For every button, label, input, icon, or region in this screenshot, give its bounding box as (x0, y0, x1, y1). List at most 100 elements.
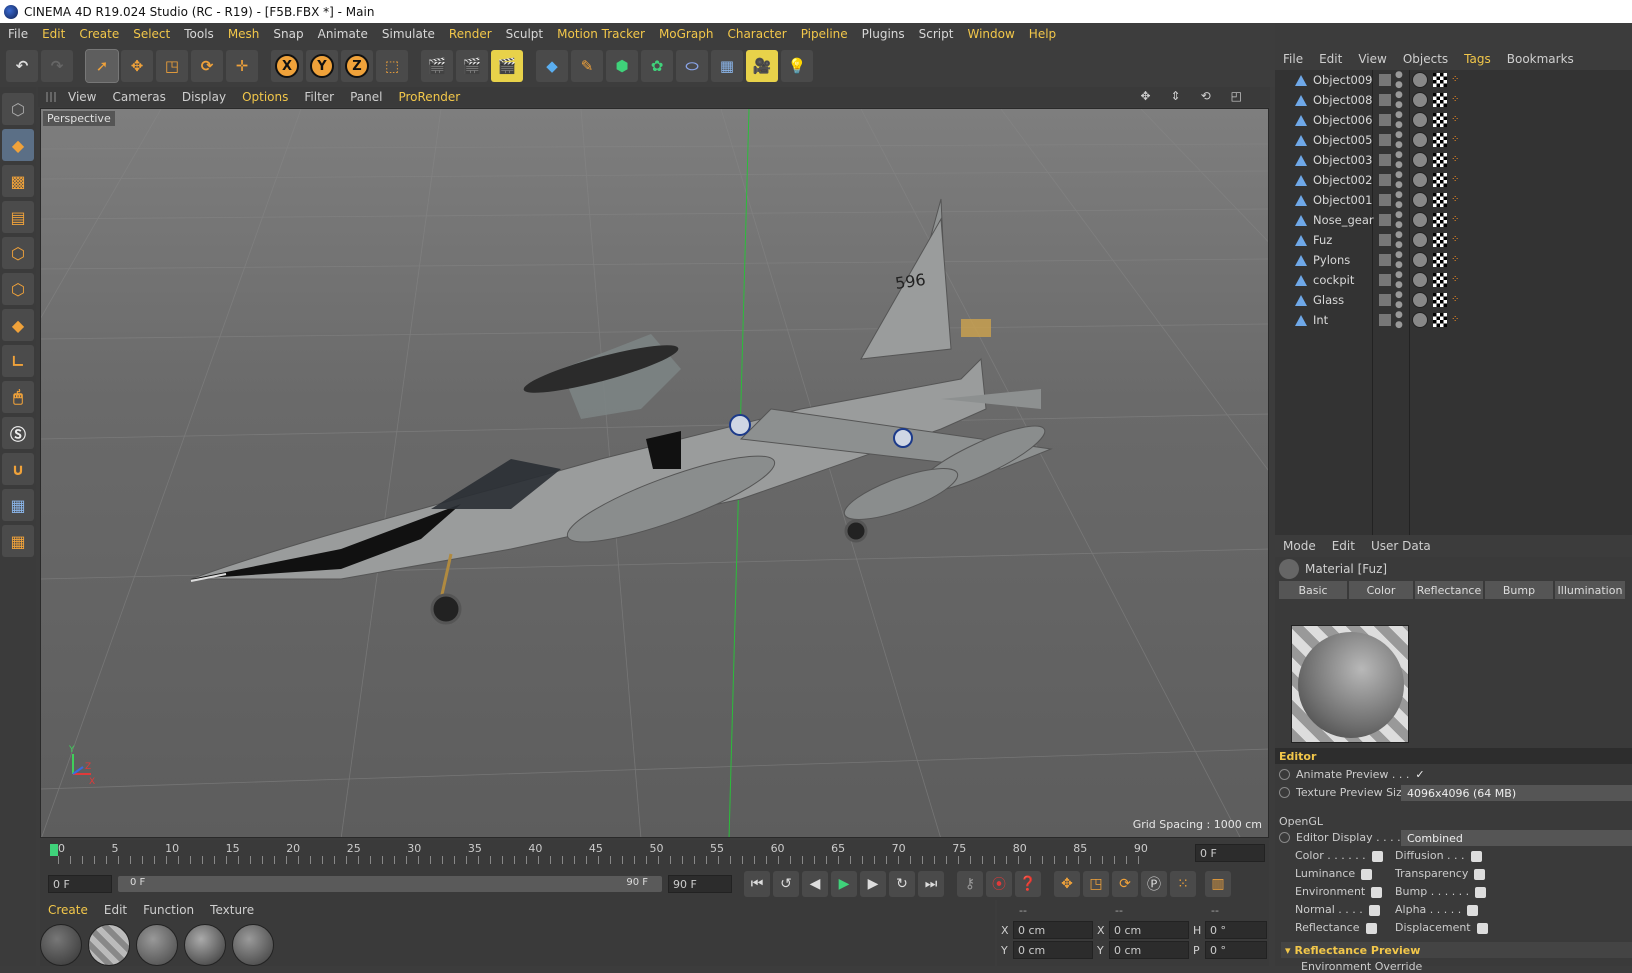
eye-toggle-icon[interactable] (1475, 886, 1487, 898)
next-key-button[interactable]: ↻ (889, 871, 915, 897)
object-row[interactable]: Object002 ● ● ⁘ (1275, 170, 1632, 190)
layer-toggle-icon[interactable] (1379, 214, 1391, 226)
texture-tag-icon[interactable] (1433, 213, 1447, 227)
add-deformer-button[interactable]: ⬭ (676, 50, 708, 82)
menu-character[interactable]: Character (727, 27, 786, 41)
object-menu-edit[interactable]: Edit (1319, 52, 1342, 66)
object-row[interactable]: Pylons ● ● ⁘ (1275, 250, 1632, 270)
uvw-tag-icon[interactable]: ⁘ (1451, 294, 1463, 306)
uvw-tag-icon[interactable]: ⁘ (1451, 174, 1463, 186)
layer-toggle-icon[interactable] (1379, 314, 1391, 326)
record-keys-button[interactable]: ⚷ (957, 871, 983, 897)
uvw-tag-icon[interactable]: ⁘ (1451, 274, 1463, 286)
visibility-dots-icon[interactable]: ● ● (1395, 190, 1403, 210)
visibility-dots-icon[interactable]: ● ● (1395, 210, 1403, 230)
layer-toggle-icon[interactable] (1379, 74, 1391, 86)
texture-tag-icon[interactable] (1433, 93, 1447, 107)
object-row[interactable]: Object009 ● ● ⁘ (1275, 70, 1632, 90)
object-row[interactable]: Nose_gear ● ● ⁘ (1275, 210, 1632, 230)
object-row[interactable]: cockpit ● ● ⁘ (1275, 270, 1632, 290)
add-light-button[interactable]: 💡 (781, 50, 813, 82)
material-tag-icon[interactable] (1412, 212, 1428, 228)
menu-simulate[interactable]: Simulate (382, 27, 435, 41)
workplane-snap-button[interactable]: ▦ (2, 525, 34, 557)
object-name[interactable]: Object003 (1313, 153, 1372, 167)
eye-toggle-icon[interactable] (1368, 904, 1380, 916)
layer-toggle-icon[interactable] (1379, 274, 1391, 286)
layer-toggle-icon[interactable] (1379, 194, 1391, 206)
add-camera-button[interactable]: 🎥 (746, 50, 778, 82)
render-settings-button[interactable]: 🎬 (491, 50, 523, 82)
material-tag-icon[interactable] (1412, 172, 1428, 188)
texture-tag-icon[interactable] (1433, 73, 1447, 87)
object-row[interactable]: Object003 ● ● ⁘ (1275, 150, 1632, 170)
object-menu-objects[interactable]: Objects (1403, 52, 1448, 66)
playhead-marker[interactable] (50, 844, 58, 856)
layer-toggle-icon[interactable] (1379, 154, 1391, 166)
current-frame-field[interactable]: 0 F (1195, 844, 1265, 862)
add-pen-button[interactable]: ✎ (571, 50, 603, 82)
object-name[interactable]: Nose_gear (1313, 213, 1374, 227)
scale-tool-button[interactable]: ◳ (156, 50, 188, 82)
add-subdivision-button[interactable]: ⬢ (606, 50, 638, 82)
material-preview[interactable] (1291, 625, 1409, 743)
key-parameter-button[interactable]: Ⓟ (1141, 871, 1167, 897)
editor-display-radio[interactable] (1279, 832, 1290, 843)
texture-tag-icon[interactable] (1433, 233, 1447, 247)
material-menu-texture[interactable]: Texture (210, 903, 254, 917)
menu-script[interactable]: Script (919, 27, 954, 41)
workplane-mode-button[interactable]: ▤ (2, 201, 34, 233)
material-tag-icon[interactable] (1412, 72, 1428, 88)
key-rotation-button[interactable]: ⟳ (1112, 871, 1138, 897)
visibility-dots-icon[interactable]: ● ● (1395, 250, 1403, 270)
object-row[interactable]: Int ● ● ⁘ (1275, 310, 1632, 330)
object-menu-tags[interactable]: Tags (1464, 52, 1491, 66)
object-name[interactable]: Int (1313, 313, 1328, 327)
attribute-menu-mode[interactable]: Mode (1283, 539, 1316, 553)
material-tag-icon[interactable] (1412, 152, 1428, 168)
edges-mode-button[interactable]: ⬡ (2, 273, 34, 305)
material-tag-icon[interactable] (1412, 92, 1428, 108)
3d-viewport[interactable]: 596 Y X Z Perspective Grid Spacing : 100… (40, 108, 1269, 838)
visibility-dots-icon[interactable]: ● ● (1395, 170, 1403, 190)
pan-icon[interactable]: ✥ (1140, 89, 1154, 103)
go-to-end-button[interactable]: ⏭ (918, 871, 944, 897)
editor-section-header[interactable]: Editor (1275, 748, 1632, 764)
object-name[interactable]: Object002 (1313, 173, 1372, 187)
reflectance-preview-header[interactable]: ▾ Reflectance Preview (1281, 942, 1632, 958)
axis-mode-button[interactable]: ∟ (2, 345, 34, 377)
viewport-menu-cameras[interactable]: Cameras (112, 90, 165, 104)
material-tag-icon[interactable] (1412, 112, 1428, 128)
material-tag-icon[interactable] (1412, 292, 1428, 308)
uvw-tag-icon[interactable]: ⁘ (1451, 234, 1463, 246)
uvw-tag-icon[interactable]: ⁘ (1451, 74, 1463, 86)
object-menu-view[interactable]: View (1358, 52, 1386, 66)
viewport-menu-options[interactable]: Options (242, 90, 288, 104)
eye-toggle-icon[interactable] (1365, 922, 1377, 934)
object-row[interactable]: Object006 ● ● ⁘ (1275, 110, 1632, 130)
size-x-field[interactable]: 0 cm (1109, 921, 1189, 939)
material-tag-icon[interactable] (1412, 132, 1428, 148)
material-tag-icon[interactable] (1412, 232, 1428, 248)
material-menu-create[interactable]: Create (48, 903, 88, 917)
material-swatch[interactable] (40, 924, 82, 966)
object-name[interactable]: Fuz (1313, 233, 1332, 247)
texture-preview-size-dropdown[interactable]: 4096x4096 (64 MB) (1401, 785, 1632, 801)
render-view-button[interactable]: 🎬 (421, 50, 453, 82)
menu-plugins[interactable]: Plugins (862, 27, 905, 41)
object-name[interactable]: Object009 (1313, 73, 1372, 87)
texture-tag-icon[interactable] (1433, 273, 1447, 287)
x-axis-lock-button[interactable]: X (271, 50, 303, 82)
material-swatch[interactable] (232, 924, 274, 966)
object-name[interactable]: Pylons (1313, 253, 1350, 267)
menu-motion-tracker[interactable]: Motion Tracker (557, 27, 645, 41)
material-tag-icon[interactable] (1412, 272, 1428, 288)
menu-tools[interactable]: Tools (184, 27, 214, 41)
layer-toggle-icon[interactable] (1379, 294, 1391, 306)
layer-toggle-icon[interactable] (1379, 114, 1391, 126)
maximize-view-icon[interactable]: ◰ (1231, 89, 1246, 103)
object-row[interactable]: Object001 ● ● ⁘ (1275, 190, 1632, 210)
menu-pipeline[interactable]: Pipeline (801, 27, 848, 41)
start-frame-field[interactable]: 0 F (48, 875, 112, 893)
eye-toggle-icon[interactable] (1476, 922, 1488, 934)
